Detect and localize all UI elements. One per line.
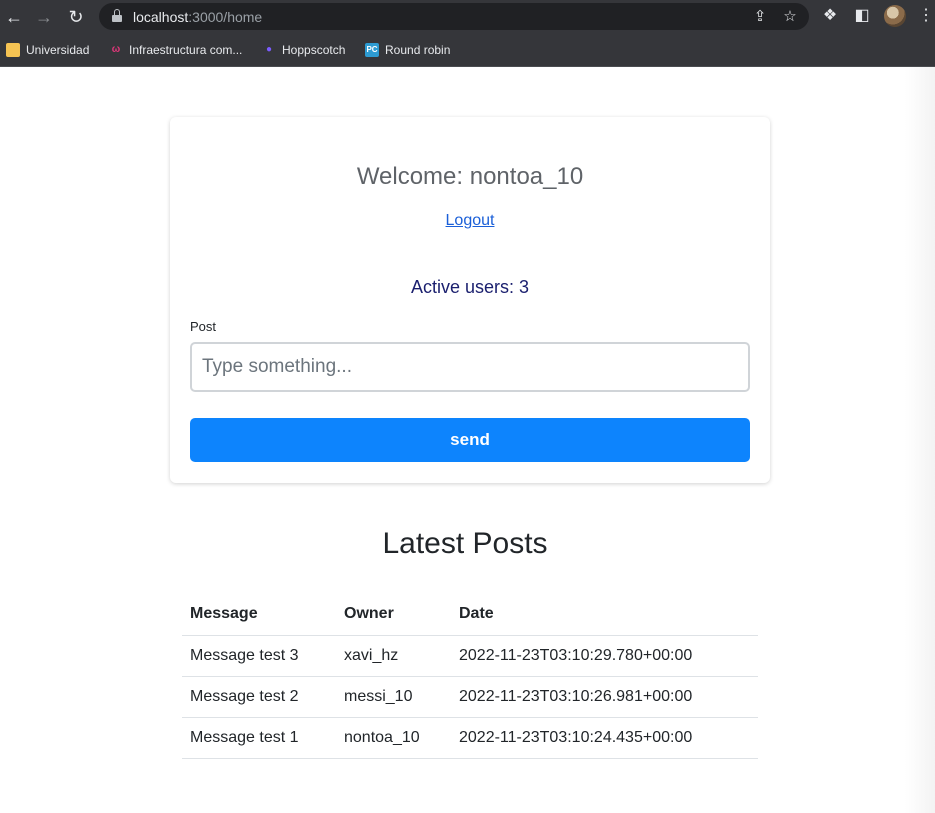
latest-posts-title: Latest Posts bbox=[382, 527, 548, 560]
menu-kebab-icon[interactable]: ⋮ bbox=[915, 5, 935, 27]
bookmark-infraestructura[interactable]: ω Infraestructura com... bbox=[109, 41, 243, 59]
bookmark-label: Universidad bbox=[26, 43, 90, 57]
share-icon[interactable]: ⇪ bbox=[750, 7, 770, 27]
cell-date: 2022-11-23T03:10:24.435+00:00 bbox=[451, 717, 758, 759]
cell-owner: xavi_hz bbox=[336, 635, 451, 677]
cell-owner: messi_10 bbox=[336, 676, 451, 718]
browser-toolbar: ← → ↻ localhost:3000/home ⇪ ☆ ❖ ◧ ⋮ bbox=[0, 0, 935, 33]
bookmark-label: Hoppscotch bbox=[282, 43, 346, 57]
table-row: Message test 3 xavi_hz 2022-11-23T03:10:… bbox=[182, 635, 758, 677]
column-header-date: Date bbox=[451, 594, 758, 636]
extensions-puzzle-icon[interactable]: ❖ bbox=[819, 5, 841, 27]
bookmarks-bar: Universidad ω Infraestructura com... ● H… bbox=[0, 33, 935, 67]
page-edge-shadow bbox=[905, 67, 935, 813]
url-host: localhost bbox=[133, 9, 189, 25]
reload-icon[interactable]: ↻ bbox=[63, 4, 89, 30]
cell-date: 2022-11-23T03:10:29.780+00:00 bbox=[451, 635, 758, 677]
post-input[interactable] bbox=[190, 342, 750, 392]
cell-message: Message test 3 bbox=[182, 635, 336, 677]
table-row: Message test 2 messi_10 2022-11-23T03:10… bbox=[182, 676, 758, 718]
table-row: Message test 1 nontoa_10 2022-11-23T03:1… bbox=[182, 717, 758, 759]
post-label: Post bbox=[190, 319, 217, 334]
back-arrow-icon[interactable]: ← bbox=[1, 4, 27, 30]
column-header-owner: Owner bbox=[336, 594, 451, 636]
forward-arrow-icon[interactable]: → bbox=[31, 4, 57, 30]
url-text[interactable]: localhost:3000/home bbox=[133, 9, 262, 25]
bookmark-label: Round robin bbox=[385, 43, 451, 57]
bookmark-round-robin[interactable]: PC Round robin bbox=[365, 41, 450, 59]
infra-icon: ω bbox=[111, 44, 121, 55]
folder-icon bbox=[6, 43, 20, 57]
lock-icon bbox=[112, 9, 122, 23]
cell-date: 2022-11-23T03:10:26.981+00:00 bbox=[451, 676, 758, 718]
table-header-row: Message Owner Date bbox=[182, 594, 758, 636]
pc-icon: PC bbox=[365, 43, 379, 57]
profile-avatar[interactable] bbox=[884, 5, 906, 27]
user-card: Welcome: nontoa_10 Logout Active users: … bbox=[170, 117, 770, 483]
send-button[interactable]: send bbox=[190, 418, 750, 462]
cell-message: Message test 1 bbox=[182, 717, 336, 759]
posts-table: Message Owner Date Message test 3 xavi_h… bbox=[182, 594, 758, 759]
url-path: :3000/home bbox=[188, 9, 263, 25]
bookmark-star-icon[interactable]: ☆ bbox=[780, 7, 800, 27]
column-header-message: Message bbox=[182, 594, 336, 636]
bookmark-universidad[interactable]: Universidad bbox=[6, 41, 89, 59]
welcome-heading: Welcome: nontoa_10 bbox=[356, 163, 584, 190]
address-bar[interactable]: localhost:3000/home ⇪ ☆ bbox=[99, 3, 809, 30]
logout-link[interactable]: Logout bbox=[170, 212, 770, 230]
hoppscotch-icon: ● bbox=[265, 44, 273, 55]
cell-owner: nontoa_10 bbox=[336, 717, 451, 759]
side-panel-icon[interactable]: ◧ bbox=[851, 5, 873, 27]
active-users-count: Active users: 3 bbox=[410, 277, 530, 297]
bookmark-label: Infraestructura com... bbox=[129, 43, 243, 57]
bookmark-hoppscotch[interactable]: ● Hoppscotch bbox=[262, 41, 345, 59]
cell-message: Message test 2 bbox=[182, 676, 336, 718]
